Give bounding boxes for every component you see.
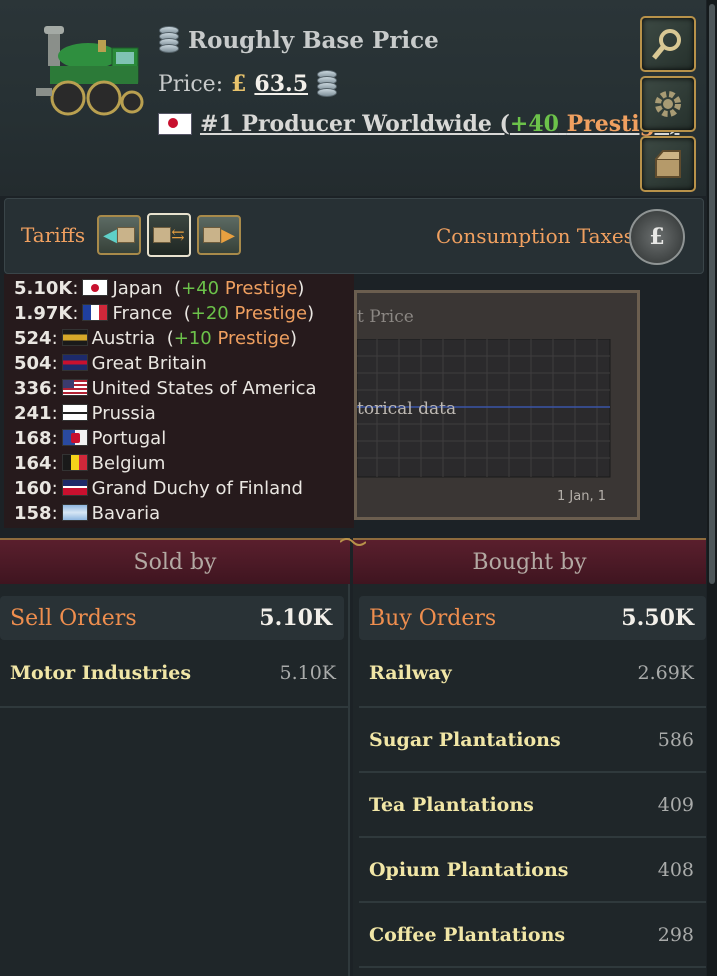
buyer-name: Coffee Plantations <box>369 923 566 946</box>
producer-row: 164: Belgium <box>14 453 166 474</box>
coins-icon <box>316 70 338 98</box>
chart-empty-text: torical data <box>357 399 457 419</box>
crate-icon <box>116 227 135 243</box>
sell-orders-total: 5.10K <box>259 605 332 631</box>
price-history-chart: t Price torical data 1 Jan, 1 <box>354 290 640 520</box>
seller-value: 5.10K <box>279 662 337 684</box>
tariff-export-priority-button[interactable]: ▶ <box>197 215 241 255</box>
chart-date-label: 1 Jan, 1 <box>557 489 606 504</box>
producer-rank-line[interactable]: #1 Producer Worldwide (+40 Prestige) <box>158 111 679 137</box>
usa-flag-icon <box>61 379 88 396</box>
producer-row: 158: Bavaria <box>14 503 161 524</box>
chart-title: t Price <box>357 307 414 327</box>
buyer-value: 408 <box>657 858 694 881</box>
producer-prestige-value: +40 <box>509 111 559 137</box>
bought-by-title: Bought by <box>472 549 587 575</box>
buyer-value: 409 <box>657 793 694 816</box>
tariff-options: ◀ ⇆ ▶ <box>97 213 241 257</box>
buyer-value: 586 <box>657 728 694 751</box>
producer-row: 336: United States of America <box>14 378 317 399</box>
swap-arrows-icon: ⇆ <box>171 225 185 244</box>
buyer-name: Tea Plantations <box>369 793 534 816</box>
sell-orders-header: Sell Orders 5.10K <box>0 596 344 640</box>
sold-by-title: Sold by <box>133 549 217 575</box>
producer-row: 5.10K: Japan (+40 Prestige) <box>14 278 305 299</box>
bavaria-flag-icon <box>61 504 88 521</box>
gear-icon <box>655 91 681 117</box>
buyer-name: Sugar Plantations <box>369 728 561 751</box>
austria-flag-icon <box>61 329 88 346</box>
buy-orders-header: Buy Orders 5.50K <box>359 596 706 640</box>
producer-row: 524: Austria (+10 Prestige) <box>14 328 298 349</box>
belgium-flag-icon <box>61 454 88 471</box>
sold-by-panel: Sell Orders 5.10K Motor Industries 5.10K <box>0 584 350 976</box>
ornament-divider <box>339 533 367 546</box>
magnifier-icon <box>652 29 681 60</box>
bought-by-header: Bought by <box>353 538 706 584</box>
buy-orders-total: 5.50K <box>621 605 694 631</box>
seller-name: Motor Industries <box>10 662 192 684</box>
tariff-no-priority-button[interactable]: ⇆ <box>147 213 191 257</box>
buyer-row[interactable]: Opium Plantations 408 <box>359 838 706 903</box>
great-britain-flag-icon <box>61 354 88 371</box>
finland-flag-icon <box>61 479 88 496</box>
tariffs-bar: Tariffs ◀ ⇆ ▶ Consumption Taxes £ <box>4 198 704 274</box>
tariff-import-priority-button[interactable]: ◀ <box>97 215 141 255</box>
sold-by-header: Sold by <box>0 538 350 584</box>
buyer-name: Opium Plantations <box>369 858 569 881</box>
price-status: Roughly Base Price <box>188 26 439 54</box>
crate-icon <box>153 227 172 243</box>
locomotive-icon <box>36 26 144 116</box>
crate-icon <box>203 227 222 243</box>
buyer-row[interactable]: Railway 2.69K <box>359 640 706 708</box>
pound-tag-icon: £ <box>649 224 665 250</box>
japan-flag-icon <box>82 279 109 296</box>
producer-row: 168: Portugal <box>14 428 167 449</box>
coins-icon <box>158 26 179 54</box>
price-line: Price: £ 63.5 <box>158 70 338 98</box>
arrow-left-icon: ◀ <box>103 224 117 246</box>
japan-flag-icon <box>158 113 192 135</box>
producer-rank: #1 Producer Worldwide ( <box>200 111 510 137</box>
crate-icon <box>655 150 681 178</box>
price-value[interactable]: 63.5 <box>254 71 308 97</box>
goods-header: Roughly Base Price Price: £ 63.5 #1 Prod… <box>0 0 706 196</box>
top-producers-tooltip: 5.10K: Japan (+40 Prestige) 1.97K: France … <box>4 274 354 528</box>
france-flag-icon <box>82 304 109 321</box>
consumption-taxes-label: Consumption Taxes <box>436 224 634 248</box>
sell-orders-label: Sell Orders <box>10 605 137 631</box>
producer-row: 504: Great Britain <box>14 353 207 374</box>
seller-row[interactable]: Motor Industries 5.10K <box>0 640 348 708</box>
price-label: Price: <box>158 71 224 97</box>
production-methods-button[interactable] <box>640 76 696 132</box>
buyer-row[interactable]: Tea Plantations 409 <box>359 773 706 838</box>
consumption-tax-button[interactable]: £ <box>629 209 685 265</box>
scrollbar-thumb[interactable] <box>709 4 715 584</box>
pound-icon: £ <box>231 71 247 97</box>
prussia-flag-icon <box>61 404 88 421</box>
search-goods-button[interactable] <box>640 16 696 72</box>
portugal-flag-icon <box>61 429 88 446</box>
tariffs-label: Tariffs <box>21 223 86 247</box>
buyer-value: 298 <box>657 923 694 946</box>
buyer-value: 2.69K <box>637 662 695 684</box>
buyer-row[interactable]: Coffee Plantations 298 <box>359 903 706 968</box>
goods-box-button[interactable] <box>640 136 696 192</box>
buyer-row[interactable]: Sugar Plantations 586 <box>359 708 706 773</box>
buyer-name: Railway <box>369 662 452 684</box>
arrow-right-icon: ▶ <box>221 224 235 246</box>
producer-row: 241: Prussia <box>14 403 156 424</box>
price-status-line: Roughly Base Price <box>158 26 439 54</box>
producer-row: 1.97K: France (+20 Prestige) <box>14 303 315 324</box>
buy-orders-label: Buy Orders <box>369 605 497 631</box>
producer-row: 160: Grand Duchy of Finland <box>14 478 303 499</box>
bought-by-panel: Buy Orders 5.50K Railway 2.69K Sugar Pla… <box>353 584 706 976</box>
